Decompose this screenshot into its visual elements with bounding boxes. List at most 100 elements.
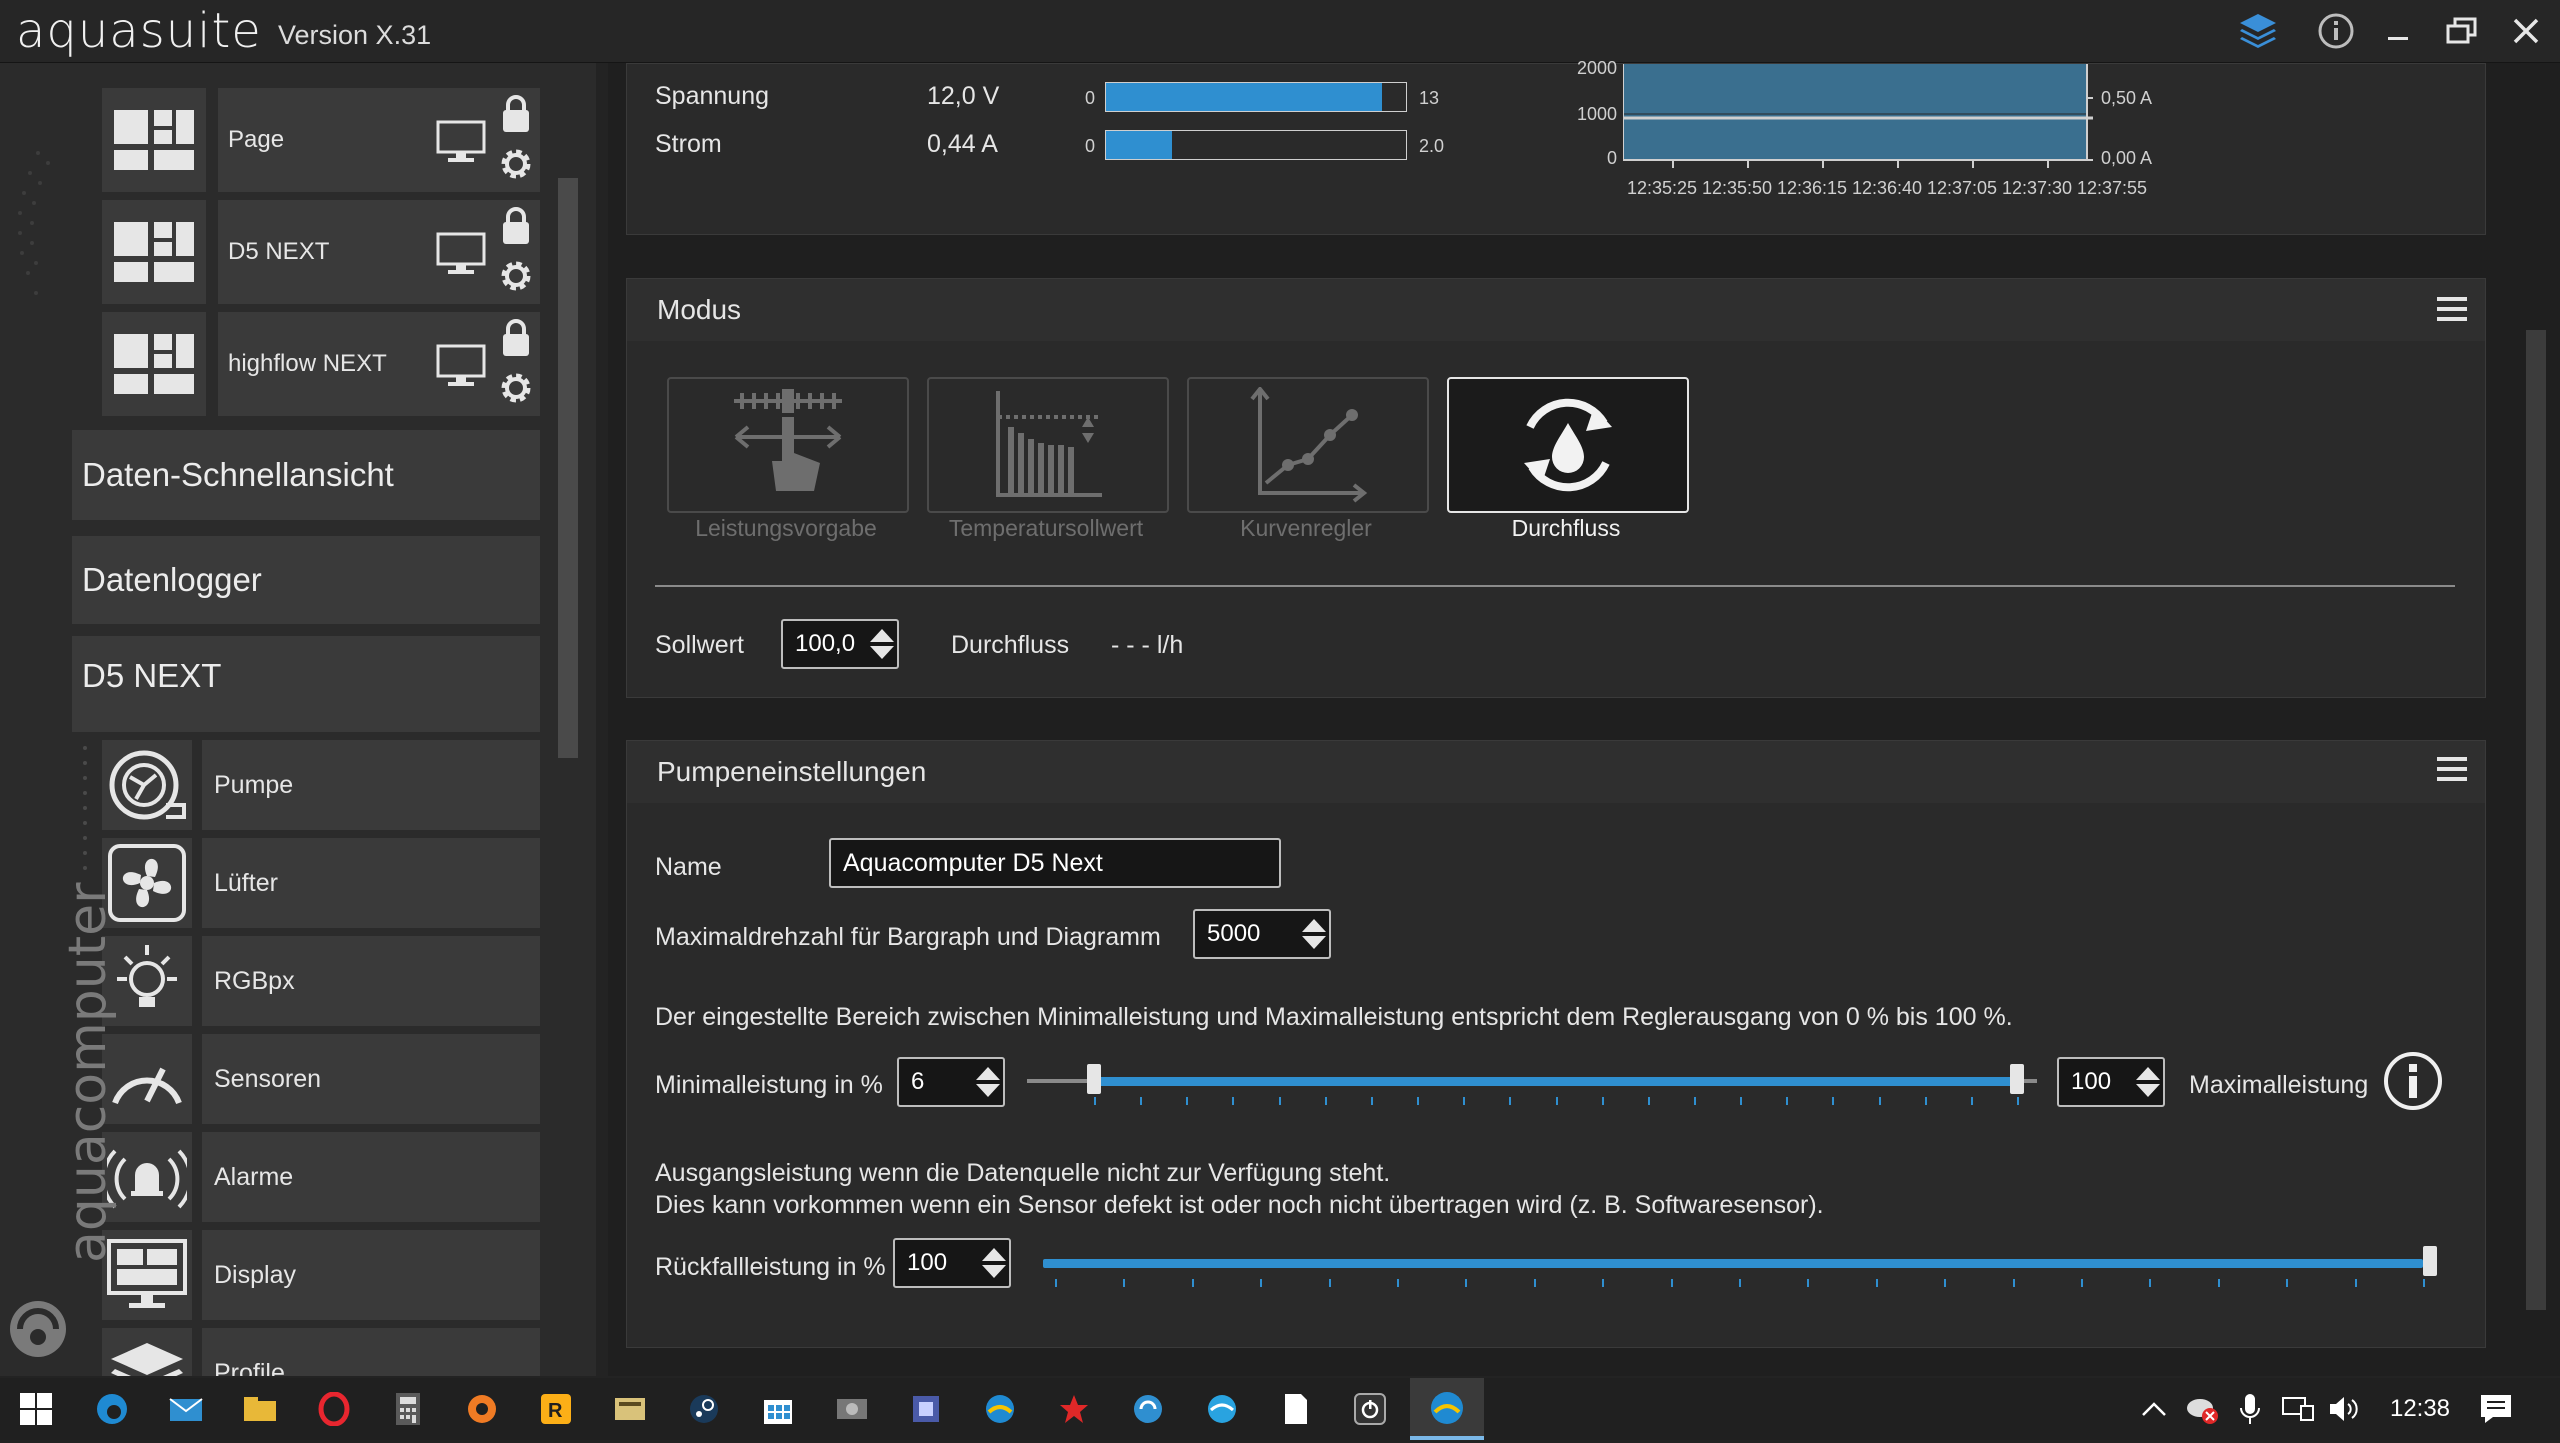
monitor-icon[interactable] [436, 232, 486, 276]
firefox-like-icon[interactable] [464, 1391, 500, 1427]
lock-icon[interactable] [500, 206, 532, 246]
monitor-icon[interactable] [436, 344, 486, 388]
main-scrollbar[interactable] [2526, 330, 2546, 1310]
lock-icon[interactable] [500, 318, 532, 358]
clock[interactable]: 12:38 [2370, 1378, 2470, 1440]
document-icon[interactable] [1278, 1391, 1314, 1427]
page-tile-highflow-next[interactable]: highflow NEXT [218, 312, 540, 416]
max-slider-thumb[interactable] [2010, 1064, 2024, 1094]
fallback-stepper[interactable]: 100 [893, 1238, 1011, 1288]
red-app-icon[interactable] [1056, 1391, 1092, 1427]
spannung-bar [1105, 82, 1407, 112]
network-icon[interactable] [2280, 1391, 2316, 1427]
lock-icon[interactable] [500, 94, 532, 134]
monitor-icon[interactable] [436, 120, 486, 164]
name-input[interactable]: Aquacomputer D5 Next [829, 838, 1281, 888]
info-icon[interactable] [2383, 1051, 2443, 1116]
max-stepper[interactable]: 100 [2057, 1057, 2165, 1107]
slider-tick [1417, 1097, 1420, 1105]
aquasuite-taskbar-icon[interactable] [982, 1391, 1018, 1427]
mail-icon[interactable] [168, 1391, 204, 1427]
cloud-error-icon[interactable] [2184, 1391, 2220, 1427]
hardware-card-icon[interactable] [834, 1391, 870, 1427]
mode-temperatursollwert-button[interactable] [927, 377, 1169, 513]
x-tick: 12:35:25 [1627, 178, 1698, 198]
calculator-icon[interactable] [390, 1391, 426, 1427]
nav-item-luefter[interactable]: Lüfter [202, 838, 540, 928]
gear-icon[interactable] [496, 144, 536, 184]
volume-icon[interactable] [2326, 1391, 2362, 1427]
app-version: Version X.31 [278, 20, 432, 50]
x-tick: 12:36:40 [1852, 178, 1923, 198]
increment-arrow-icon[interactable] [982, 1248, 1006, 1261]
browser-icon[interactable] [1204, 1391, 1240, 1427]
fallback-slider-thumb[interactable] [2423, 1246, 2437, 1276]
section-d5-next[interactable]: D5 NEXT [72, 636, 540, 732]
mode-leistungsvorgabe-button[interactable] [667, 377, 909, 513]
page-tile-page[interactable]: Page [218, 88, 540, 192]
decrement-arrow-icon[interactable] [2136, 1084, 2160, 1097]
increment-arrow-icon[interactable] [870, 629, 894, 642]
hamburger-menu-icon[interactable] [2437, 297, 2467, 321]
steam-icon[interactable] [686, 1391, 722, 1427]
min-stepper[interactable]: 6 [897, 1057, 1005, 1107]
page-tile-d5-next[interactable]: D5 NEXT [218, 200, 540, 304]
info-icon[interactable] [2310, 8, 2362, 54]
hamburger-menu-icon[interactable] [2437, 757, 2467, 781]
power-range-slider[interactable] [1027, 1059, 2037, 1109]
maxrpm-stepper[interactable]: 5000 [1193, 909, 1331, 959]
app-card-icon[interactable] [612, 1391, 648, 1427]
decrement-arrow-icon[interactable] [982, 1265, 1006, 1278]
svg-text:R: R [548, 1400, 563, 1422]
increment-arrow-icon[interactable] [1302, 919, 1326, 932]
slider-tick [1123, 1279, 1126, 1287]
microphone-icon[interactable] [2232, 1391, 2268, 1427]
nav-item-display[interactable]: Display [202, 1230, 540, 1320]
increment-arrow-icon[interactable] [976, 1067, 1000, 1080]
sollwert-stepper[interactable]: 100,0 [781, 619, 899, 669]
chevron-up-icon[interactable] [2136, 1391, 2172, 1427]
section-datenlogger[interactable]: Datenlogger [72, 536, 540, 624]
edge-browser-icon[interactable] [94, 1391, 130, 1427]
mode-durchfluss-button[interactable] [1447, 377, 1689, 513]
mode-kurvenregler-button[interactable] [1187, 377, 1429, 513]
layers-icon[interactable] [2232, 8, 2284, 54]
decrement-arrow-icon[interactable] [1302, 936, 1326, 949]
power-app-icon[interactable] [1352, 1391, 1388, 1427]
nav-item-label: Pumpe [214, 771, 294, 799]
gear-icon[interactable] [496, 256, 536, 296]
sync-app-icon[interactable] [1130, 1391, 1166, 1427]
decrement-arrow-icon[interactable] [870, 646, 894, 659]
slider-ticks [1027, 1097, 2037, 1107]
nav-item-sensoren[interactable]: Sensoren [202, 1034, 540, 1124]
divider [655, 585, 2455, 587]
nav-item-profile[interactable]: Profile [202, 1328, 540, 1376]
notification-center-icon[interactable] [2478, 1391, 2514, 1427]
windows-start-icon[interactable] [18, 1391, 54, 1427]
gear-icon[interactable] [496, 368, 536, 408]
slider-tick [1328, 1279, 1331, 1287]
rockstar-icon[interactable]: R [538, 1391, 574, 1427]
taskbar-active-app[interactable] [1410, 1378, 1484, 1440]
nav-item-alarme[interactable]: Alarme [202, 1132, 540, 1222]
close-button[interactable] [2500, 8, 2552, 54]
maxrpm-value: 5000 [1207, 920, 1261, 947]
section-daten-schnellansicht[interactable]: Daten-Schnellansicht [72, 430, 540, 520]
maximize-button[interactable] [2436, 8, 2488, 54]
sidebar-scrollbar[interactable] [558, 178, 578, 758]
cpu-icon[interactable] [908, 1391, 944, 1427]
store-icon[interactable] [760, 1391, 796, 1427]
file-explorer-icon[interactable] [242, 1391, 278, 1427]
slider-tick [2423, 1279, 2425, 1287]
mode-label: Temperatursollwert [948, 515, 1144, 541]
min-slider-thumb[interactable] [1087, 1064, 1101, 1094]
minimize-button[interactable] [2372, 8, 2424, 54]
sidebar-scroll-arrows[interactable]: ▲▼ [558, 1369, 580, 1376]
slider-tick [1094, 1097, 1096, 1105]
nav-item-rgbpx[interactable]: RGBpx [202, 936, 540, 1026]
fallback-slider[interactable] [1043, 1241, 2443, 1291]
increment-arrow-icon[interactable] [2136, 1067, 2160, 1080]
nav-item-pumpe[interactable]: Pumpe [202, 740, 540, 830]
opera-icon[interactable] [316, 1391, 352, 1427]
decrement-arrow-icon[interactable] [976, 1084, 1000, 1097]
